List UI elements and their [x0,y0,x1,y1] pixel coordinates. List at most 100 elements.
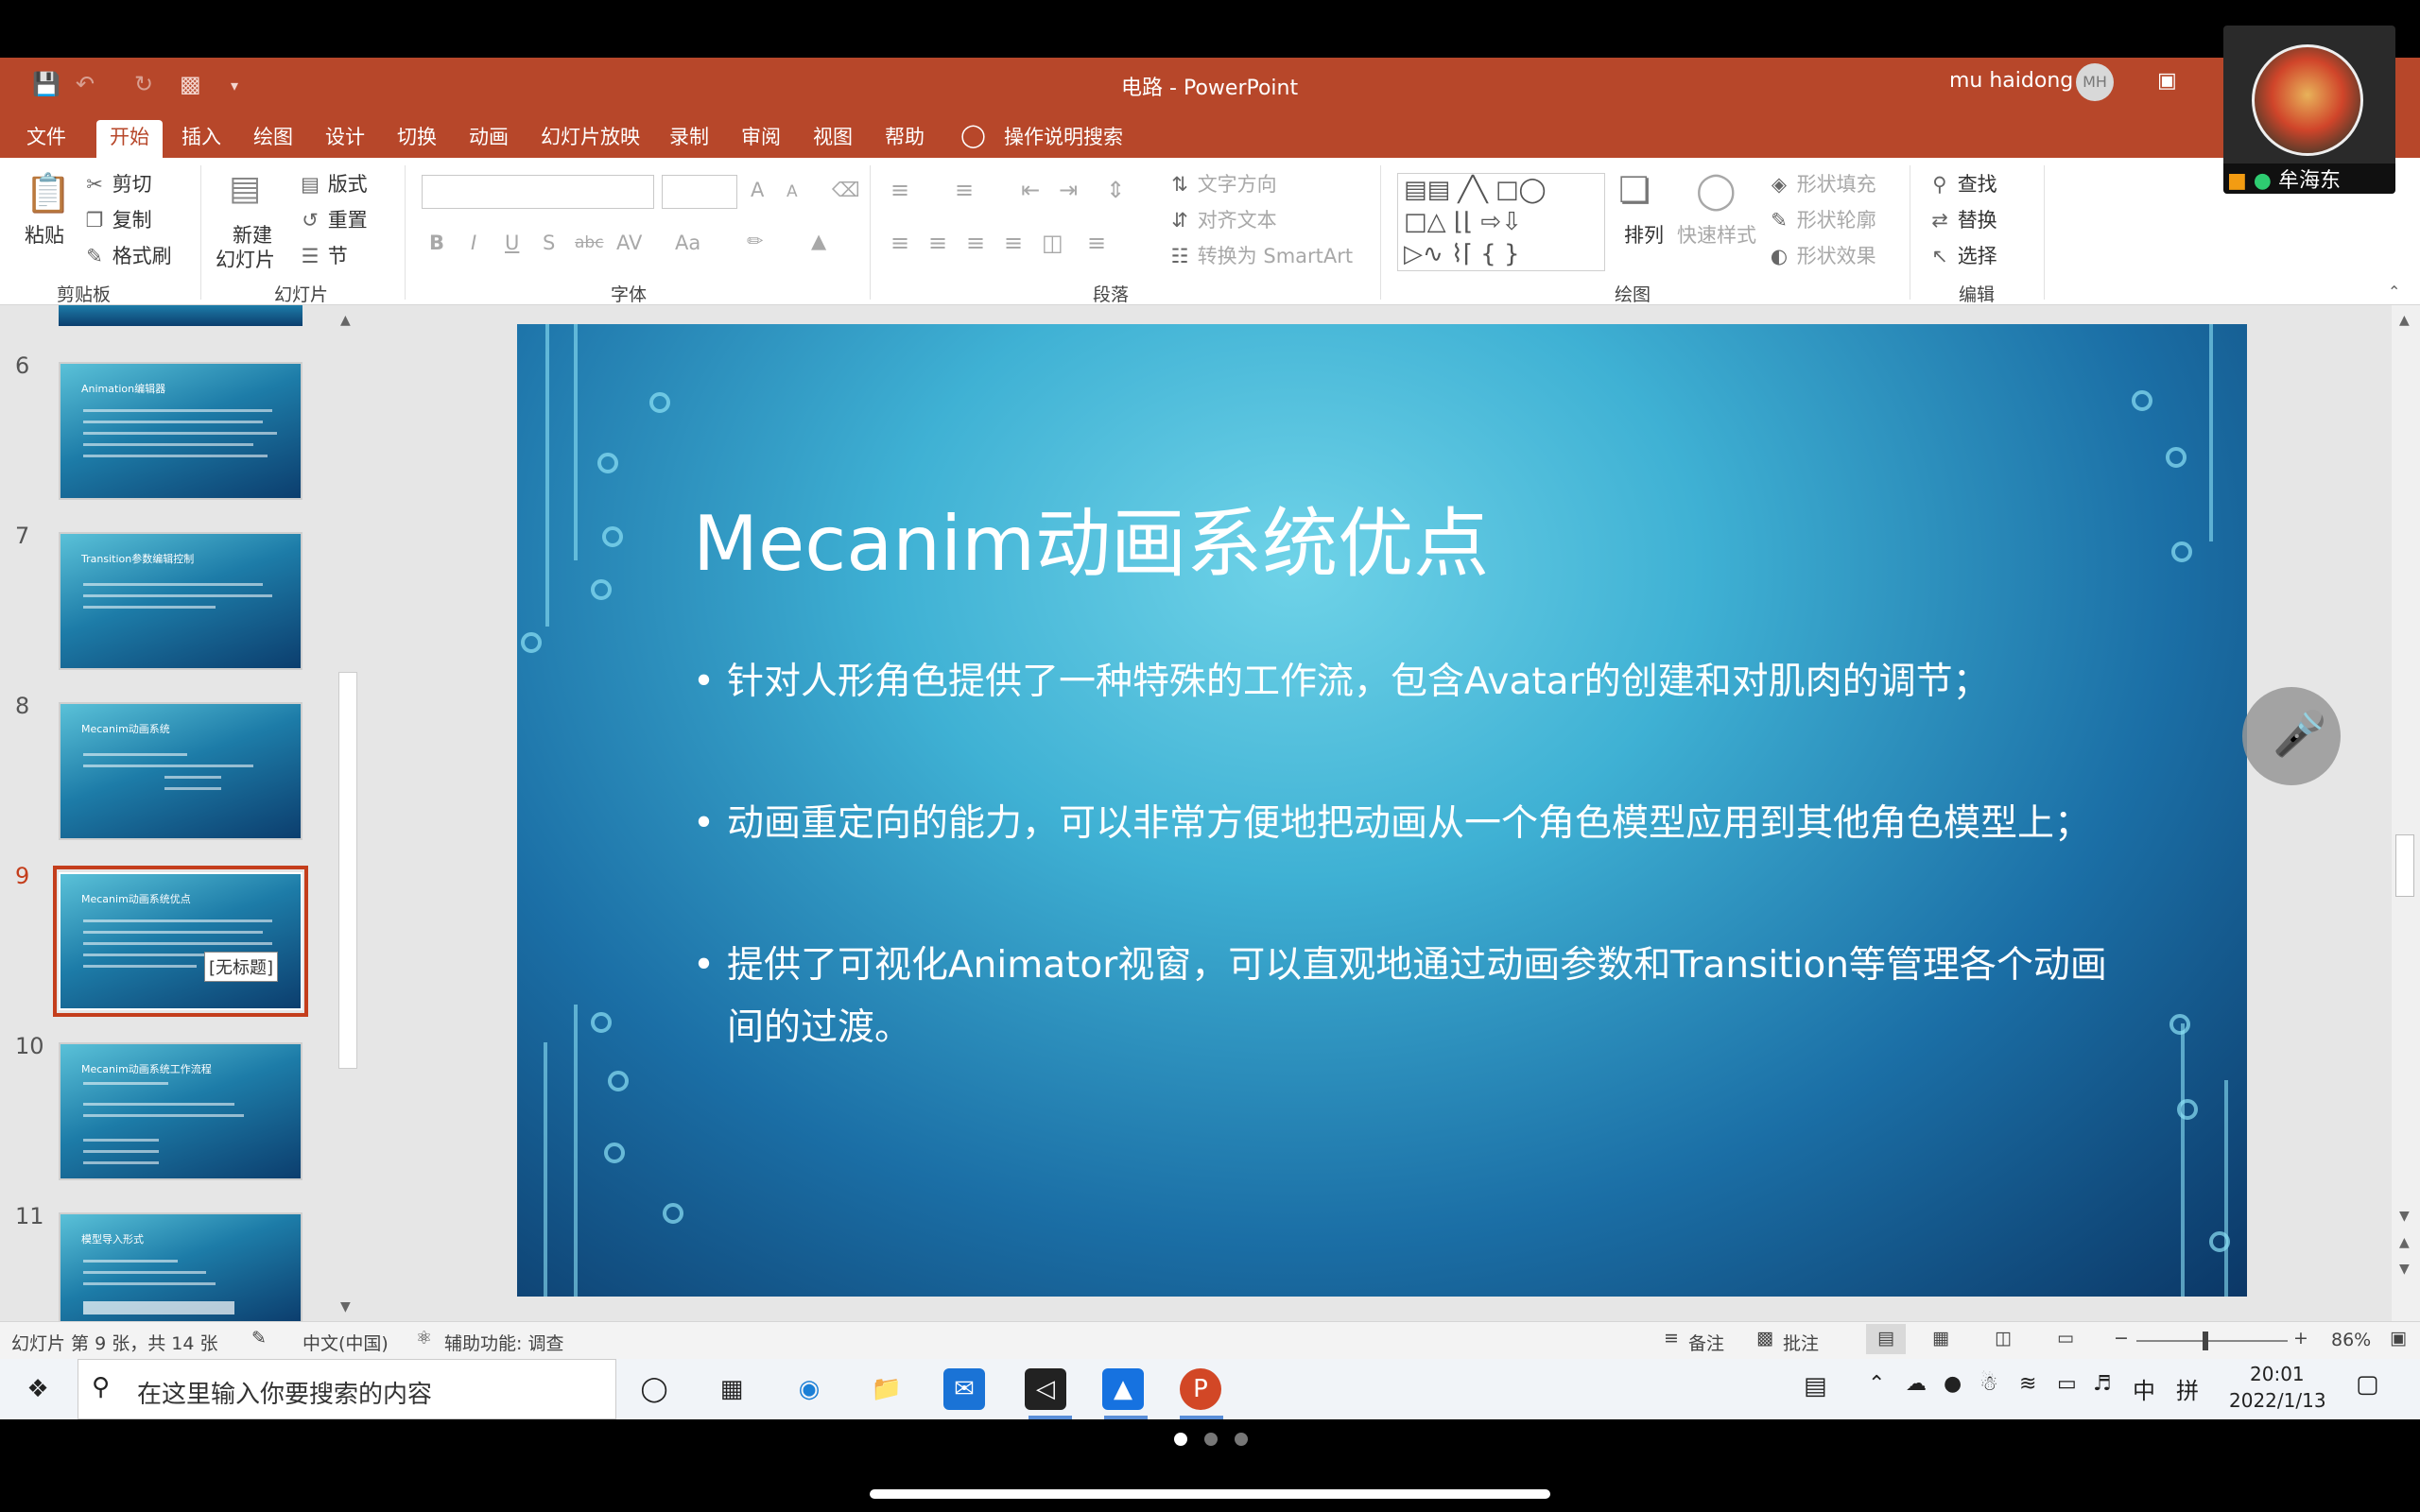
page-dot[interactable] [1204,1433,1218,1446]
underline-button[interactable]: U [505,232,519,254]
clear-format-icon[interactable]: ⌫ [832,179,860,201]
font-name-dropdown[interactable] [422,175,654,209]
highlight-icon[interactable]: ✏ [747,230,764,252]
video-participant-tile[interactable]: ■ ● 牟海东 [2223,26,2395,194]
reset-button[interactable]: 重置 [328,209,368,232]
zoom-in-button[interactable]: + [2293,1328,2308,1349]
quick-styles-button[interactable]: 快速样式 [1677,220,1756,249]
paste-button[interactable]: 粘贴 [25,220,64,249]
zoom-slider[interactable] [2136,1332,2288,1350]
zoom-out-button[interactable]: − [2114,1328,2129,1349]
save-icon[interactable]: 💾 [32,71,60,97]
shape-effects-button[interactable]: 形状效果 [1797,245,1876,267]
clock-date[interactable]: 2022/1/13 [2229,1389,2326,1412]
tab-draw[interactable]: 绘图 [240,120,306,158]
taskbar-search[interactable]: ⚲ 在这里输入你要搜索的内容 [78,1359,616,1419]
slide-counter[interactable]: 幻灯片 第 9 张，共 14 张 [11,1330,217,1355]
tab-slideshow[interactable]: 幻灯片放映 [527,120,653,158]
arrange-button[interactable]: 排列 [1624,220,1664,249]
slide-title[interactable]: Mecanim动画系统优点 [693,483,1489,593]
font-color-icon[interactable]: ▲ [811,230,826,252]
next-slide-icon[interactable]: ▼ [2399,1262,2410,1277]
new-slide-icon[interactable]: ▤ [229,169,261,208]
reading-view-icon[interactable]: ◫ [1995,1328,2012,1349]
notifications-icon[interactable]: ▢ [2356,1370,2379,1399]
notes-button[interactable]: 备注 [1688,1330,1724,1355]
mail-icon[interactable]: ✉ [943,1368,985,1410]
tab-review[interactable]: 审阅 [728,120,794,158]
volume-icon[interactable]: ♬ [2093,1372,2112,1396]
windows-start-icon[interactable]: ❖ [17,1368,59,1410]
tab-home[interactable]: 开始 [96,120,163,158]
editor-scrollbar[interactable]: ▲ ▼ ▲ ▼ [2392,305,2420,1323]
wifi-icon[interactable]: ≋ [2019,1372,2036,1396]
scroll-up-icon[interactable]: ▲ [2399,313,2410,328]
section-button[interactable]: 节 [328,245,348,267]
user-name[interactable]: mu haidong [1949,69,2073,93]
align-center-icon[interactable]: ≡ [928,230,947,256]
tell-me-search[interactable]: 操作说明搜索 [991,120,1136,158]
replace-button[interactable]: 替换 [1958,209,1997,232]
slide-canvas[interactable]: Mecanim动画系统优点 • 针对人形角色提供了一种特殊的工作流，包含Avat… [517,324,2247,1297]
avatar[interactable]: MH [2076,63,2114,101]
accessibility-status[interactable]: 辅助功能: 调查 [444,1330,563,1355]
strikethrough-button[interactable]: abc [575,233,604,252]
italic-button[interactable]: I [471,232,476,254]
normal-view-icon[interactable]: ▤ [1866,1324,1906,1354]
change-case-button[interactable]: Aa [675,232,700,254]
smartart-button[interactable]: 转换为 SmartArt [1198,245,1353,267]
slide-thumbnail-11[interactable]: 模型导入形式 [59,1212,302,1323]
tab-file[interactable]: 文件 [13,120,79,158]
home-indicator[interactable] [870,1489,1550,1499]
powerpoint-icon[interactable]: P [1180,1368,1221,1410]
mute-microphone-button[interactable]: 🎤 [2242,687,2341,785]
increase-indent-icon[interactable]: ⇥ [1059,177,1078,203]
fit-to-window-icon[interactable]: ▣ [2390,1328,2407,1349]
text-direction-button[interactable]: 文字方向 [1198,173,1277,196]
slide-sorter-icon[interactable]: ▦ [1932,1328,1949,1349]
file-explorer-icon[interactable]: 📁 [866,1368,908,1410]
slide-thumbnail-7[interactable]: Transition参数编辑控制 [59,532,302,670]
arrange-icon[interactable]: ❏ [1618,169,1651,211]
find-button[interactable]: 查找 [1958,173,1997,196]
comments-button[interactable]: 批注 [1783,1330,1819,1355]
cut-button[interactable]: 剪切 [112,173,152,196]
terminal-app-icon[interactable]: ◁ [1025,1368,1066,1410]
numbering-icon[interactable]: ≡ [955,177,974,203]
scroll-down-icon[interactable]: ▼ [340,1299,351,1314]
page-dot[interactable] [1235,1433,1248,1446]
zoom-slider-thumb[interactable] [2203,1332,2208,1350]
line-spacing-icon[interactable]: ⇕ [1106,177,1125,203]
font-size-dropdown[interactable] [662,175,737,209]
shadow-button[interactable]: S [543,232,555,254]
copy-button[interactable]: 复制 [112,209,152,232]
tab-view[interactable]: 视图 [800,120,866,158]
shapes-gallery[interactable]: ▤▤ ╱╲ □◯ □△ ⌊⌊ ⇨⇩ ▷∿ ⌇⌈ { } [1397,173,1605,271]
slide-thumbnail-6[interactable]: Animation编辑器 [59,362,302,500]
char-spacing-button[interactable]: AV [616,232,642,254]
scrollbar-thumb[interactable] [2395,834,2414,897]
bullets-icon[interactable]: ≡ [890,177,909,203]
decrease-indent-icon[interactable]: ⇤ [1021,177,1040,203]
shape-fill-button[interactable]: 形状填充 [1797,173,1876,196]
microphone-icon[interactable]: ● [1944,1372,1962,1396]
scroll-up-icon[interactable]: ▲ [340,313,351,328]
thumbnail-scrollbar[interactable]: ▲ ▼ [337,313,361,1318]
paragraph-border-icon[interactable]: ≡ [1087,230,1106,256]
ime-language[interactable]: 中 [2133,1372,2155,1405]
ribbon-display-icon[interactable]: ▣ [2157,69,2177,93]
chevron-up-icon[interactable]: ⌃ [1868,1372,1885,1396]
bold-button[interactable]: B [429,232,444,254]
language-indicator[interactable]: 中文(中国) [302,1330,389,1355]
tab-record[interactable]: 录制 [656,120,722,158]
page-dot-active[interactable] [1174,1433,1187,1446]
onedrive-icon[interactable]: ☁ [1906,1372,1927,1396]
slide-thumbnail-8[interactable]: Mecanim动画系统 [59,702,302,840]
new-slide-label[interactable]: 幻灯片 [216,245,275,273]
qq-icon[interactable]: ☃ [1979,1372,1998,1396]
grow-font-button[interactable]: A [751,179,764,201]
qat-customize-icon[interactable]: ▾ [231,77,238,94]
tab-insert[interactable]: 插入 [168,120,234,158]
select-button[interactable]: 选择 [1958,245,1997,267]
spellcheck-icon[interactable]: ✎ [251,1328,267,1349]
